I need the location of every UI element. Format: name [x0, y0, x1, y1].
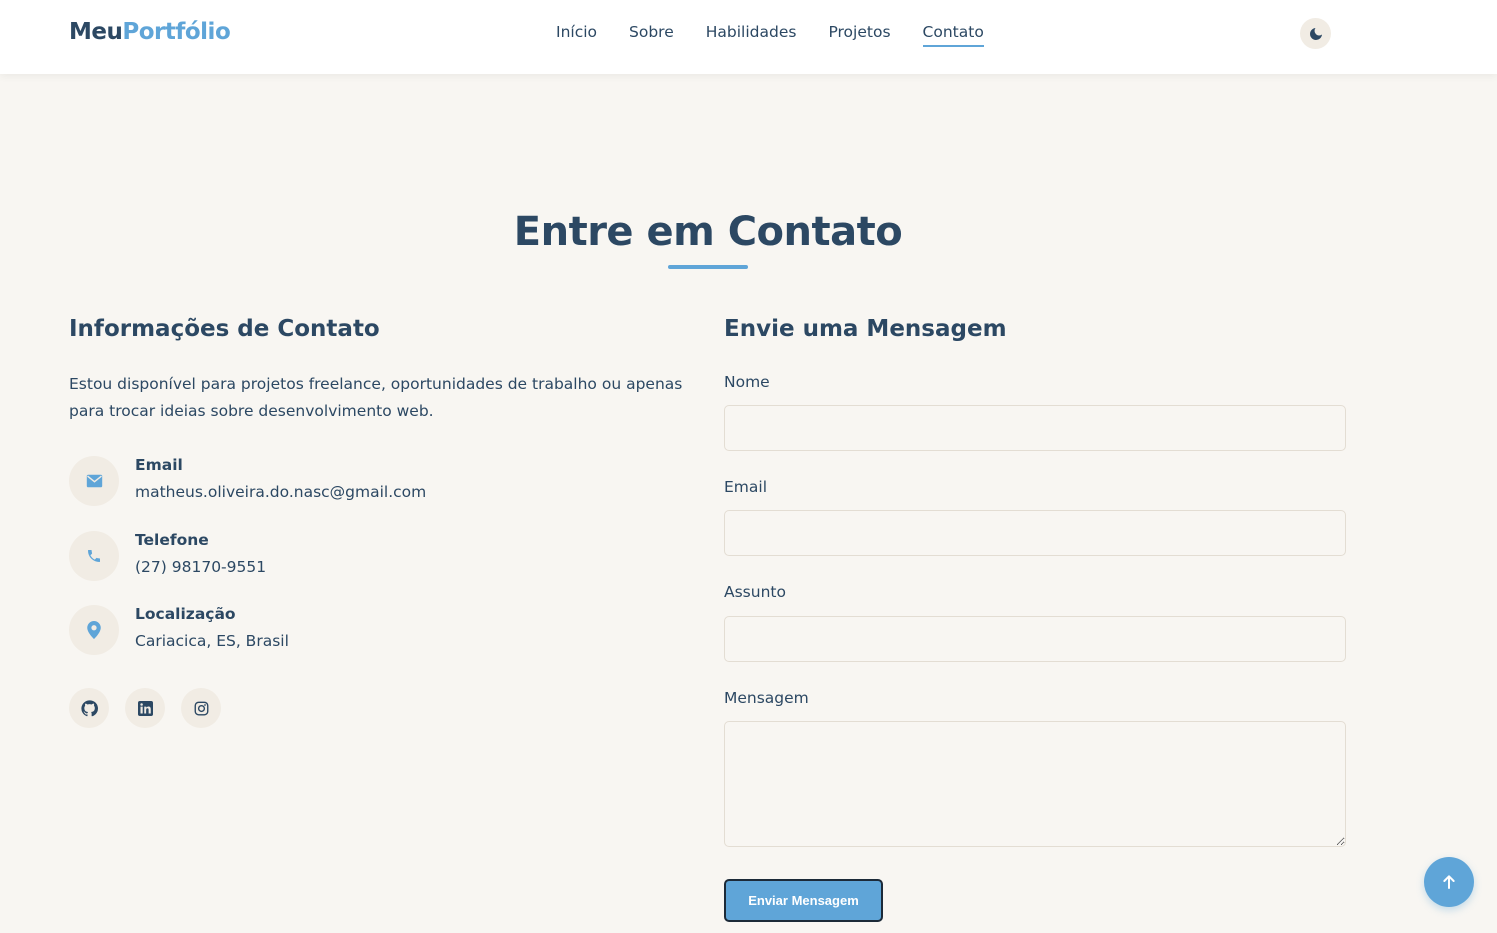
nav-link-sobre[interactable]: Sobre: [629, 23, 674, 47]
section-title: Entre em Contato: [513, 209, 903, 255]
linkedin-icon: [137, 700, 153, 716]
nav-link-contato[interactable]: Contato: [922, 23, 984, 47]
envelope-icon: [86, 474, 102, 488]
contact-info-title: Informações de Contato: [69, 316, 380, 342]
theme-toggle-button[interactable]: [1300, 18, 1331, 49]
github-link[interactable]: [69, 688, 109, 728]
phone-icon: [88, 550, 100, 562]
logo-part2: Portfólio: [122, 19, 231, 45]
logo-part1: Meu: [69, 19, 123, 45]
location-value: Cariacica, ES, Brasil: [135, 632, 289, 650]
instagram-icon: [194, 701, 208, 715]
map-pin-icon: [87, 621, 101, 639]
github-icon: [80, 699, 98, 716]
message-label: Mensagem: [724, 689, 809, 707]
arrow-up-icon: [1443, 875, 1455, 889]
info-label: Email: [135, 456, 183, 474]
message-textarea[interactable]: [724, 721, 1346, 847]
info-label: Localização: [135, 605, 236, 623]
moon-icon: [1309, 27, 1322, 40]
title-underline: [668, 265, 748, 269]
submit-button[interactable]: Enviar Mensagem: [724, 879, 883, 922]
nav-link-inicio[interactable]: Início: [556, 23, 597, 47]
name-label: Nome: [724, 373, 770, 391]
email-input[interactable]: [724, 510, 1346, 556]
contact-intro: Estou disponível para projetos freelance…: [69, 375, 683, 420]
email-label: Email: [724, 478, 768, 496]
subject-label: Assunto: [724, 583, 786, 601]
form-title: Envie uma Mensagem: [724, 316, 1007, 342]
info-icon-wrap: [69, 456, 119, 506]
nav-links: Início Sobre Habilidades Projetos Contat…: [556, 23, 984, 47]
nav-link-projetos[interactable]: Projetos: [828, 23, 890, 47]
phone-value: (27) 98170-9551: [135, 558, 267, 576]
linkedin-link[interactable]: [125, 688, 165, 728]
info-label: Telefone: [135, 531, 209, 549]
info-icon-wrap: [69, 531, 119, 581]
name-input[interactable]: [724, 405, 1346, 451]
email-value: matheus.oliveira.do.nasc@gmail.com: [135, 483, 427, 501]
info-icon-wrap: [69, 605, 119, 655]
back-to-top-button[interactable]: [1424, 857, 1474, 907]
logo[interactable]: MeuPortfólio: [69, 19, 231, 45]
navbar: MeuPortfólio Início Sobre Habilidades Pr…: [0, 0, 1497, 74]
nav-link-habilidades[interactable]: Habilidades: [706, 23, 797, 47]
subject-input[interactable]: [724, 616, 1346, 662]
instagram-link[interactable]: [181, 688, 221, 728]
